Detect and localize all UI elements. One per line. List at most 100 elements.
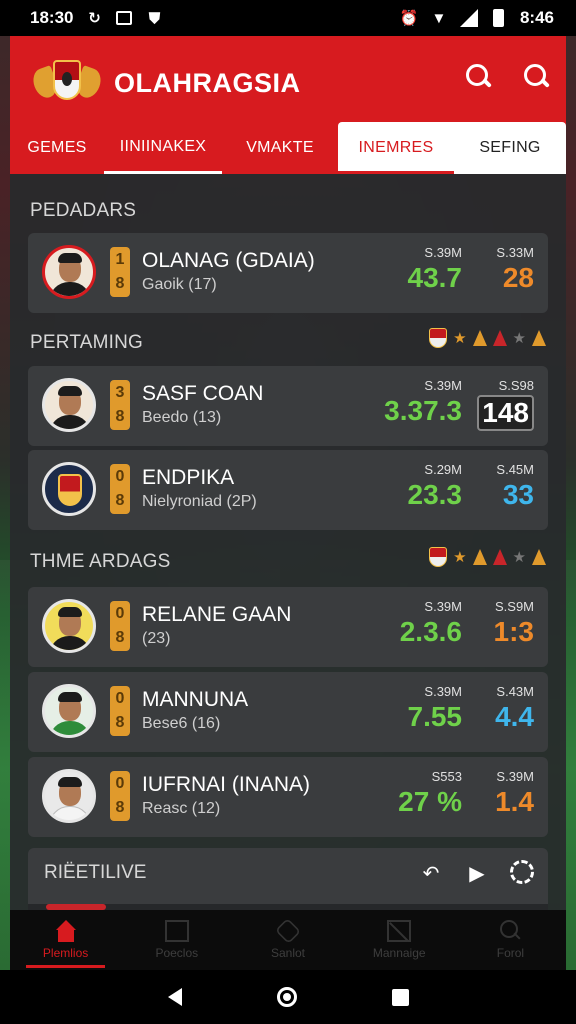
recents-icon[interactable] xyxy=(391,988,409,1006)
live-controls: ↶ ▶ xyxy=(418,860,534,886)
stat-primary: S553 27 % xyxy=(398,769,462,817)
stat-secondary: S.43M 4.4 xyxy=(495,684,534,732)
section-title: PEDADARS xyxy=(30,200,137,221)
app-title: OLAHRAGSIA xyxy=(114,67,301,98)
home-icon xyxy=(54,920,78,942)
system-nav-bar xyxy=(0,970,576,1024)
header-actions xyxy=(466,64,550,90)
back-icon[interactable] xyxy=(167,988,182,1006)
stat-secondary: S.S9M 1:3 xyxy=(493,599,534,647)
rank-badge: 0 8 xyxy=(110,771,130,821)
player-avatar xyxy=(42,599,96,653)
player-detail: (23) xyxy=(142,630,171,647)
status-bar: 18:30 ↻ ⛊ ⏰ ▼ 8:46 xyxy=(0,0,576,36)
player-card[interactable]: 0 8 IUFRNAI (INANA) Reasc (12) S553 27 %… xyxy=(28,757,548,837)
player-figure-icon xyxy=(532,330,546,346)
live-section: RIËETILIVE ↶ ▶ xyxy=(28,848,548,910)
manage-icon xyxy=(387,920,412,942)
rewind-icon[interactable]: ↶ xyxy=(418,860,444,886)
tab-iiniinakex[interactable]: IINIINAKEX xyxy=(104,122,222,174)
stat-secondary: S.39M 1.4 xyxy=(495,769,534,817)
player-card[interactable]: 3 8 SASF COAN Beedo (13) S.39M 3.37.3 S.… xyxy=(28,366,548,446)
player-detail: Beedo (13) xyxy=(142,409,222,426)
brand: OLAHRAGSIA xyxy=(29,56,301,110)
app-header: OLAHRAGSIA GEMES IINIINAKEX VMAKTE INEMR… xyxy=(10,36,566,174)
rank-badge: 0 8 xyxy=(110,464,130,514)
stat-primary: S.29M 23.3 xyxy=(407,462,463,510)
player-card[interactable]: 0 8 ENDPIKA Nielyroniad (2P) S.29M 23.3 … xyxy=(28,450,548,530)
wifi-icon: ▼ xyxy=(431,9,447,27)
player-name: IUFRNAI (INANA) xyxy=(142,773,310,796)
tab-bar: GEMES IINIINAKEX VMAKTE INEMRES SEFING xyxy=(10,122,566,174)
nav-item-mannaige[interactable]: Mannaige xyxy=(344,910,455,970)
player-avatar xyxy=(42,245,96,299)
search-icon[interactable] xyxy=(524,64,550,90)
player-detail: Gaoik (17) xyxy=(142,276,217,293)
player-name: ENDPIKA xyxy=(142,466,235,489)
rank-badge: 0 8 xyxy=(110,686,130,736)
star-icon: ★ xyxy=(512,549,526,566)
club-badge-icon xyxy=(429,328,448,348)
home-button-icon[interactable] xyxy=(276,987,297,1007)
search-icon[interactable] xyxy=(466,64,492,90)
shield-icon: ⛊ xyxy=(148,9,161,27)
live-title: RIËETILIVE xyxy=(44,862,147,883)
player-detail: Nielyroniad (2P) xyxy=(142,493,257,510)
hexagon-icon xyxy=(274,917,302,945)
player-name: OLANAG (GDAIA) xyxy=(142,249,315,272)
section-title: THME ARDAGS xyxy=(30,551,171,572)
rank-badge: 3 8 xyxy=(110,380,130,430)
player-card[interactable]: 0 8 MANNUNA Bese6 (16) S.39M 7.55 S.43M … xyxy=(28,672,548,752)
battery-icon xyxy=(490,9,508,27)
player-figure-icon xyxy=(472,330,487,346)
search-icon xyxy=(498,920,522,942)
section-badges: ★ ★ xyxy=(429,547,546,567)
stat-primary: S.39M 2.3.6 xyxy=(399,599,462,647)
star-icon: ★ xyxy=(453,330,467,347)
nav-label: Forol xyxy=(496,946,525,960)
player-name: RELANE GAAN xyxy=(142,603,292,626)
photo-icon xyxy=(115,9,133,27)
tab-vmakte[interactable]: VMAKTE xyxy=(222,122,338,174)
player-figure-icon xyxy=(532,549,546,565)
club-avatar xyxy=(42,462,96,516)
nav-label: Sanlot xyxy=(270,946,306,960)
stat-secondary: S.45M 33 xyxy=(496,462,534,510)
status-time-right: 8:46 xyxy=(519,8,554,27)
status-right: ⏰ ▼ 8:46 xyxy=(400,8,554,28)
nav-label: Poeclos xyxy=(155,946,199,960)
loading-icon[interactable] xyxy=(510,860,534,884)
stat-secondary: S.33M 28 xyxy=(496,245,534,293)
bottom-nav: Plemlios Poeclos Sanlot Mannaige Forol xyxy=(10,910,566,970)
stat-primary: S.39M 7.55 xyxy=(407,684,463,732)
nav-item-sanlot[interactable]: Sanlot xyxy=(232,910,343,970)
player-name: SASF COAN xyxy=(142,382,264,405)
star-icon: ★ xyxy=(453,549,467,566)
tab-gemes[interactable]: GEMES xyxy=(10,122,104,174)
alarm-icon: ⏰ xyxy=(399,10,419,27)
section-badges: ★ ★ xyxy=(429,328,546,348)
player-detail: Reasc (12) xyxy=(142,800,221,817)
signal-icon xyxy=(459,9,478,27)
status-time-left: 18:30 xyxy=(30,8,74,27)
player-avatar xyxy=(42,684,96,738)
player-card[interactable]: 0 8 RELANE GAAN (23) S.39M 2.3.6 S.S9M 1… xyxy=(28,587,548,667)
club-badge-icon xyxy=(429,547,448,567)
nav-item-plemlios[interactable]: Plemlios xyxy=(10,910,121,970)
club-crest-logo xyxy=(29,56,105,110)
player-avatar xyxy=(42,769,96,823)
stat-primary: S.39M 3.37.3 xyxy=(384,378,462,426)
tab-inemres[interactable]: INEMRES xyxy=(338,122,454,174)
player-card[interactable]: 1 8 OLANAG (GDAIA) Gaoik (17) S.39M 43.7… xyxy=(28,233,548,313)
forward-icon[interactable]: ▶ xyxy=(464,860,490,886)
tab-sefing[interactable]: SEFING xyxy=(454,122,566,174)
player-avatar xyxy=(42,378,96,432)
stat-secondary: S.S98 148 xyxy=(464,378,534,431)
player-figure-icon xyxy=(492,330,507,346)
section-title: PERTAMING xyxy=(30,332,143,353)
status-left: 18:30 ↻ ⛊ xyxy=(30,8,163,28)
nav-item-forol[interactable]: Forol xyxy=(455,910,566,970)
stat-primary: S.39M 43.7 xyxy=(407,245,463,293)
nav-item-poeclos[interactable]: Poeclos xyxy=(121,910,232,970)
player-figure-icon xyxy=(472,549,487,565)
